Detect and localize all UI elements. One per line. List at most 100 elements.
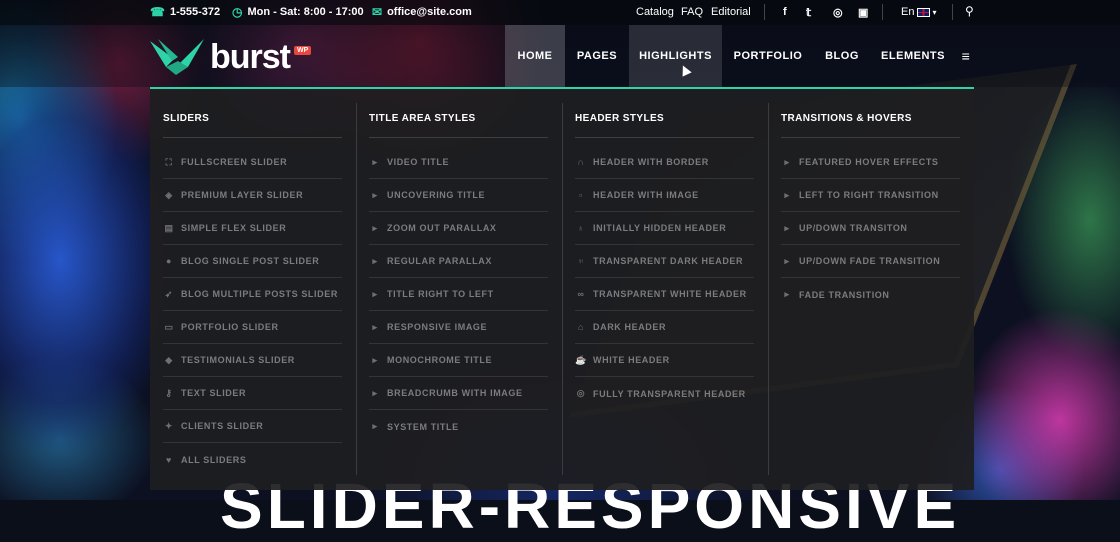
menu-item[interactable]: ✦ CLIENTS SLIDER [163, 410, 342, 443]
menu-item[interactable]: ▸ REGULAR PARALLAX [369, 245, 548, 278]
glasses-icon: ∞ [577, 289, 585, 299]
fullscreen-icon: ⛶ [165, 156, 173, 167]
heart-icon: ♥ [166, 454, 172, 465]
menu-item-label: TRANSPARENT DARK HEADER [593, 256, 744, 266]
instagram-icon[interactable]: ▣ [858, 6, 868, 19]
nav-blog[interactable]: BLOG [814, 25, 870, 87]
hours-text: Mon - Sat: 8:00 - 17:00 [247, 6, 364, 18]
link-faq[interactable]: FAQ [681, 6, 703, 18]
menu-item-label: FULLSCREEN SLIDER [181, 157, 288, 167]
logo[interactable]: burst WP [148, 37, 312, 77]
caret-right-icon: ▸ [372, 222, 378, 233]
caret-right-icon: ▸ [372, 387, 378, 398]
menu-column-header-styles: HEADER STYLES ∩ HEADER WITH BORDER ▫ HEADE… [562, 89, 768, 490]
nav-home[interactable]: HOME [505, 25, 565, 87]
facebook-icon[interactable]: f [783, 6, 787, 18]
menu-item-label: LEFT TO RIGHT TRANSITION [799, 190, 939, 200]
language-selector[interactable]: En ▾ [901, 6, 936, 18]
opening-hours: ◷ Mon - Sat: 8:00 - 17:00 [232, 6, 364, 18]
menu-item[interactable]: ♁ INITIALLY HIDDEN HEADER [575, 212, 754, 245]
nav-elements[interactable]: ELEMENTS [870, 25, 956, 87]
link-catalog[interactable]: Catalog [636, 6, 674, 18]
menu-item[interactable]: ▸ UP/DOWN TRANSITON [781, 212, 960, 245]
highlights-mega-menu: SLIDERS ⛶ FULLSCREEN SLIDER ◈ PREMIUM LAYE… [150, 87, 974, 490]
menu-item[interactable]: ☕ WHITE HEADER [575, 344, 754, 377]
divider [952, 4, 953, 20]
chevron-down-icon: ▾ [932, 8, 937, 17]
divider [575, 137, 754, 138]
caret-right-icon: ▸ [372, 189, 378, 200]
menu-item[interactable]: ▸ VIDEO TITLE [369, 146, 548, 179]
car-icon: ⌂ [577, 322, 585, 332]
headphones-icon: ∩ [577, 157, 585, 167]
menu-item[interactable]: ▸ UNCOVERING TITLE [369, 179, 548, 212]
menu-item[interactable]: ∩ HEADER WITH BORDER [575, 146, 754, 179]
menu-item[interactable]: ▫ HEADER WITH IMAGE [575, 179, 754, 212]
bird-logo-icon [150, 39, 204, 75]
key-icon: ⚷ [165, 387, 173, 398]
rocket-icon: ➶ [164, 288, 174, 299]
menu-item-label: ZOOM OUT PARALLAX [387, 223, 497, 233]
column-title: SLIDERS [163, 113, 210, 124]
dribbble-icon[interactable]: ◎ [833, 6, 843, 19]
nav-highlights[interactable]: HIGHLIGHTS [629, 25, 722, 87]
menu-item-label: FADE TRANSITION [799, 289, 890, 300]
menu-item[interactable]: ▸ BREADCRUMB WITH IMAGE [369, 377, 548, 410]
search-icon[interactable]: ⚲ [965, 4, 974, 18]
menu-item[interactable]: ◎ FULLY TRANSPARENT HEADER [575, 377, 754, 410]
caret-right-icon: ▸ [372, 288, 378, 299]
menu-item-label: PORTFOLIO SLIDER [181, 322, 279, 332]
caret-right-icon: ▸ [784, 255, 790, 266]
nav-portfolio[interactable]: PORTFOLIO [722, 25, 814, 87]
menu-item-label: TESTIMONIALS SLIDER [181, 355, 295, 365]
menu-item[interactable]: ▸ FADE TRANSITION [781, 278, 960, 311]
menu-item[interactable]: ▸ SYSTEM TITLE [369, 410, 548, 443]
column-title: TRANSITIONS & HOVERS [781, 113, 912, 124]
menu-item[interactable]: ▤ SIMPLE FLEX SLIDER [163, 212, 342, 245]
menu-item[interactable]: ⛶ FULLSCREEN SLIDER [163, 146, 342, 179]
email-contact[interactable]: ✉ office@site.com [372, 6, 472, 18]
twitter-icon[interactable]: 𝕥 [806, 6, 811, 19]
menu-item[interactable]: ◈ PREMIUM LAYER SLIDER [163, 179, 342, 212]
column-title: TITLE AREA STYLES [369, 113, 476, 124]
menu-item-label: HEADER WITH BORDER [593, 157, 709, 167]
link-editorial[interactable]: Editorial [711, 6, 751, 18]
menu-column-title-area-styles: TITLE AREA STYLES ▸ VIDEO TITLE ▸ UNCOVERI… [356, 89, 562, 490]
menu-item-label: UNCOVERING TITLE [387, 190, 486, 200]
menu-item-label: ALL SLIDERS [181, 454, 247, 465]
tag-icon: ◆ [165, 354, 173, 365]
menu-item[interactable]: ⚷ TEXT SLIDER [163, 377, 342, 410]
menu-item[interactable]: ▸ MONOCHROME TITLE [369, 344, 548, 377]
menu-item-label: HEADER WITH IMAGE [593, 190, 699, 200]
menu-item-label: TRANSPARENT WHITE HEADER [593, 289, 747, 299]
menu-item[interactable]: ▸ LEFT TO RIGHT TRANSITION [781, 179, 960, 212]
menu-item[interactable]: ∞ TRANSPARENT WHITE HEADER [575, 278, 754, 311]
menu-item[interactable]: ● BLOG SINGLE POST SLIDER [163, 245, 342, 278]
menu-item[interactable]: ⌂ DARK HEADER [575, 311, 754, 344]
menu-item[interactable]: ▭ PORTFOLIO SLIDER [163, 311, 342, 344]
menu-item[interactable]: ◆ TESTIMONIALS SLIDER [163, 344, 342, 377]
nav-pages[interactable]: PAGES [565, 25, 629, 87]
menu-item[interactable]: ➶ BLOG MULTIPLE POSTS SLIDER [163, 278, 342, 311]
menu-item-label: TEXT SLIDER [181, 388, 247, 398]
menu-item-label: REGULAR PARALLAX [387, 256, 492, 266]
menu-item-label: UP/DOWN FADE TRANSITION [799, 256, 941, 266]
menu-item[interactable]: ♥ ALL SLIDERS [163, 443, 342, 476]
mug-icon: ☕ [575, 354, 587, 365]
menu-item-label: UP/DOWN TRANSITON [799, 223, 908, 233]
caret-right-icon: ▸ [784, 189, 790, 200]
menu-item-label: MONOCHROME TITLE [387, 355, 493, 365]
menu-item[interactable]: ▸ FEATURED HOVER EFFECTS [781, 146, 960, 179]
menu-item[interactable]: ▸ RESPONSIVE IMAGE [369, 311, 548, 344]
menu-item[interactable]: ♅ TRANSPARENT DARK HEADER [575, 245, 754, 278]
caret-right-icon: ▸ [372, 354, 378, 365]
menu-item-label: BLOG MULTIPLE POSTS SLIDER [181, 289, 338, 299]
column-title: HEADER STYLES [575, 113, 665, 124]
phone-contact[interactable]: ☎ 1-555-372 [150, 6, 220, 18]
main-header: burst WP HOME PAGES HIGHLIGHTS PORTFOLIO… [0, 25, 1120, 87]
menu-item-label: PREMIUM LAYER SLIDER [181, 190, 304, 200]
menu-item[interactable]: ▸ TITLE RIGHT TO LEFT [369, 278, 548, 311]
menu-item[interactable]: ▸ ZOOM OUT PARALLAX [369, 212, 548, 245]
hamburger-menu-icon[interactable]: ≡ [956, 25, 976, 87]
menu-item[interactable]: ▸ UP/DOWN FADE TRANSITION [781, 245, 960, 278]
